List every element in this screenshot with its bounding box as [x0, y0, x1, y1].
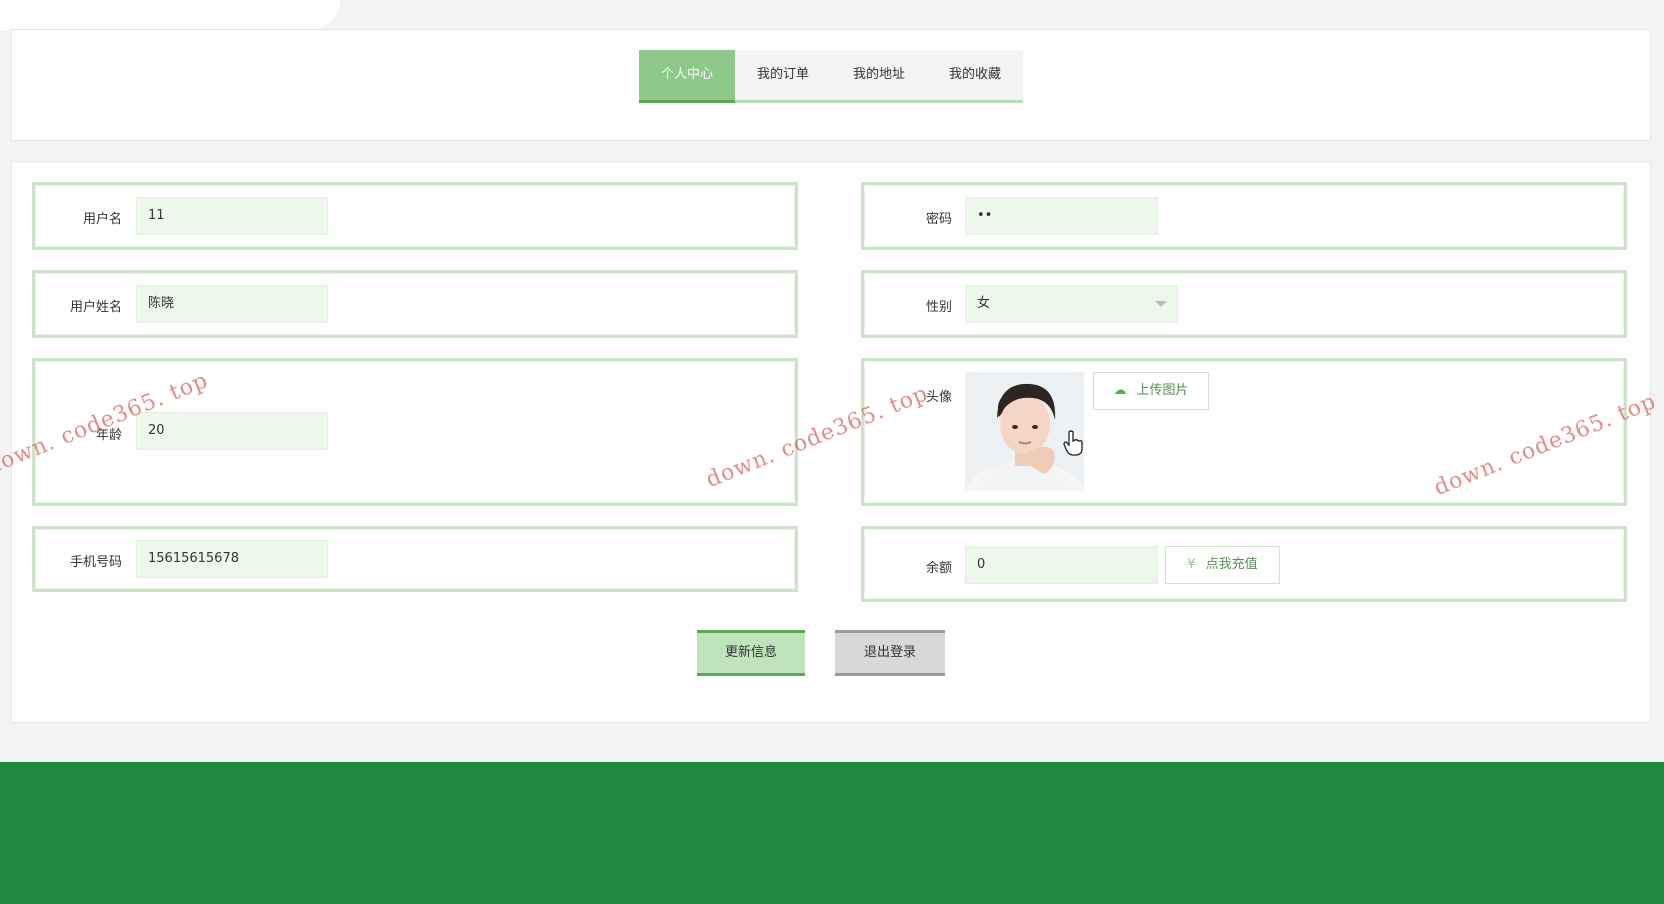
logout-button[interactable]: 退出登录 — [835, 630, 945, 676]
page: 个人中心 我的订单 我的地址 我的收藏 用户名 11 密码 •• 用户姓名 陈晓… — [0, 0, 1664, 904]
upload-image-button[interactable]: ☁ 上传图片 — [1093, 372, 1209, 410]
balance-input: 0 — [965, 546, 1158, 584]
hand-cursor-icon — [1063, 430, 1083, 456]
gender-select[interactable]: 女 — [965, 285, 1178, 323]
recharge-button[interactable]: ¥ 点我充值 — [1165, 546, 1280, 584]
phone-label: 手机号码 — [69, 555, 122, 570]
age-input[interactable]: 20 — [136, 412, 328, 450]
tab-my-address[interactable]: 我的地址 — [831, 50, 927, 100]
tab-my-orders[interactable]: 我的订单 — [735, 50, 831, 100]
footer — [0, 762, 1664, 904]
top-blur — [0, 0, 340, 30]
username-input[interactable]: 11 — [136, 197, 328, 235]
cloud-upload-icon: ☁ — [1113, 383, 1127, 398]
tab-panel: 个人中心 我的订单 我的地址 我的收藏 — [11, 29, 1651, 141]
tab-bar: 个人中心 我的订单 我的地址 我的收藏 — [639, 50, 1023, 103]
upload-image-label: 上传图片 — [1136, 383, 1189, 398]
gender-label: 性别 — [925, 300, 952, 315]
update-info-button[interactable]: 更新信息 — [697, 630, 805, 676]
balance-label: 余额 — [925, 561, 952, 576]
gender-select-value: 女 — [977, 296, 991, 311]
username-label: 用户名 — [82, 212, 122, 227]
realname-input[interactable]: 陈晓 — [136, 285, 328, 323]
phone-input[interactable]: 15615615678 — [136, 540, 328, 578]
password-label: 密码 — [925, 212, 952, 227]
recharge-label: 点我充值 — [1205, 557, 1258, 572]
password-input[interactable]: •• — [965, 197, 1158, 235]
tab-personal-center[interactable]: 个人中心 — [639, 50, 735, 103]
realname-label: 用户姓名 — [69, 300, 122, 315]
yen-coin-icon: ¥ — [1187, 557, 1196, 572]
caret-down-icon — [1155, 301, 1167, 307]
tab-my-favorites[interactable]: 我的收藏 — [927, 50, 1023, 100]
